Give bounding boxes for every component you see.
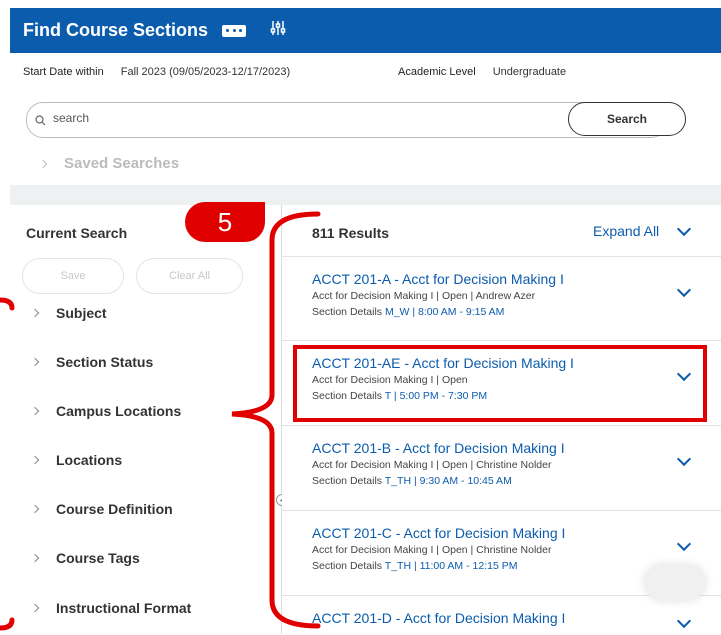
annotation-brace [231,211,321,629]
annotation-bracket [0,617,15,631]
annotation-overlay [0,211,321,631]
annotation-bracket [0,297,15,311]
